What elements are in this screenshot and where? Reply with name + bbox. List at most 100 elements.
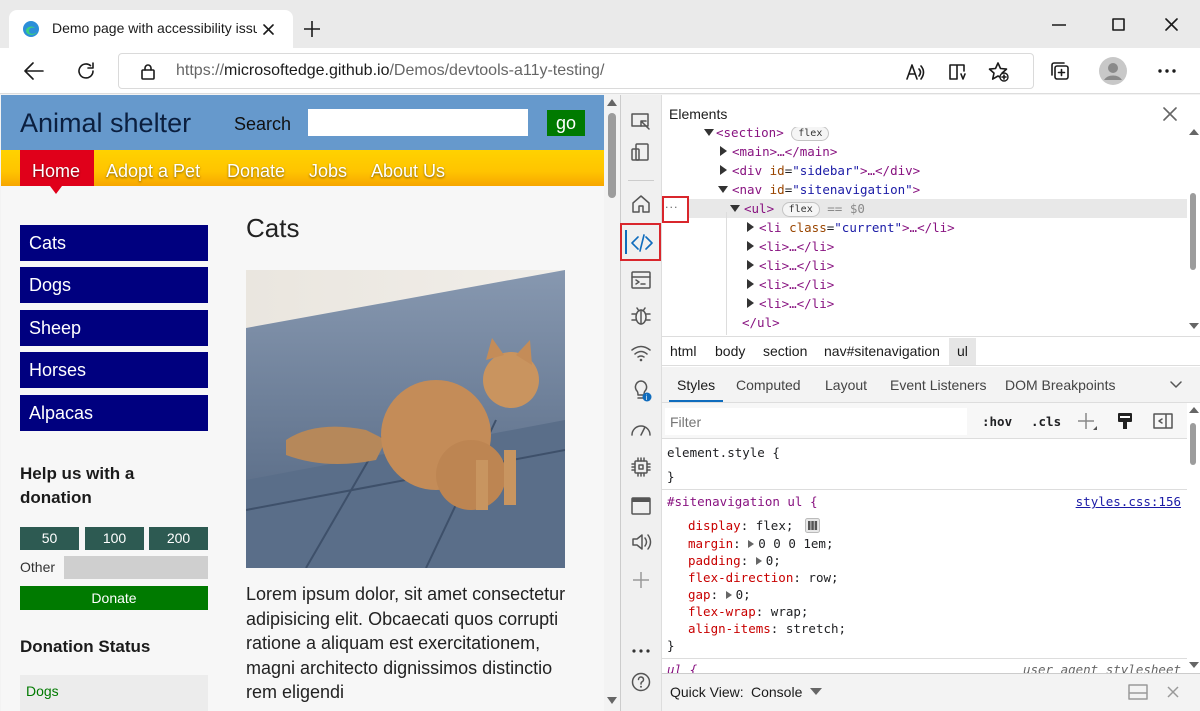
immersive-reader-icon[interactable] [948, 62, 968, 82]
dom-line-ul-close[interactable]: </ul> [742, 313, 1187, 332]
close-window-icon[interactable] [1165, 18, 1178, 31]
rule-divider [662, 658, 1187, 659]
lock-icon[interactable] [141, 63, 155, 80]
decl-gap[interactable]: gap: 0; [688, 587, 751, 602]
quick-view-dropdown-icon[interactable] [810, 688, 822, 696]
dom-scrollbar[interactable] [1187, 127, 1200, 335]
new-style-rule-plus-icon[interactable] [1077, 412, 1099, 432]
welcome-home-icon[interactable] [631, 194, 651, 214]
minimize-icon[interactable] [1052, 24, 1066, 26]
styles-scrollbar[interactable] [1187, 403, 1200, 673]
dom-line-li[interactable]: <li>…</li> [747, 256, 1187, 275]
sources-bug-icon[interactable] [631, 306, 651, 326]
cls-toggle[interactable]: .cls [1031, 414, 1061, 429]
quick-view-close-icon[interactable] [1167, 686, 1179, 698]
memory-chip-icon[interactable] [631, 457, 651, 477]
dom-line-li[interactable]: <li>…</li> [747, 275, 1187, 294]
search-input[interactable] [308, 109, 528, 136]
menu-adopt[interactable]: Adopt a Pet [106, 150, 200, 186]
dom-ellipsis-button[interactable]: ··· [662, 196, 689, 223]
maximize-icon[interactable] [1112, 18, 1125, 31]
elements-code-icon [631, 233, 653, 253]
close-tab-icon[interactable] [263, 24, 274, 35]
elements-tool-button[interactable] [620, 223, 661, 261]
sidebar-link-horses[interactable]: Horses [20, 352, 208, 388]
tab-computed[interactable]: Computed [736, 377, 801, 393]
other-amount-input[interactable] [64, 556, 208, 579]
dom-scroll-thumb[interactable] [1190, 193, 1196, 270]
application-window-icon[interactable] [631, 496, 651, 516]
menu-donate[interactable]: Donate [227, 150, 285, 186]
performance-gauge-icon[interactable] [630, 420, 652, 438]
profile-avatar[interactable] [1099, 57, 1127, 85]
flexbox-editor-icon[interactable] [805, 518, 820, 533]
address-bar[interactable]: https://microsoftedge.github.io/Demos/de… [118, 53, 1034, 89]
console-icon[interactable] [631, 270, 651, 290]
new-tab-icon[interactable] [304, 21, 320, 37]
page-scroll-down-icon[interactable] [607, 697, 617, 704]
toggle-rendering-paint-icon[interactable] [1117, 412, 1133, 430]
menu-home[interactable]: Home [32, 150, 80, 186]
breadcrumb-section[interactable]: section [763, 343, 807, 359]
tabs-overflow-chevron-icon[interactable] [1170, 381, 1182, 389]
help-icon[interactable] [631, 672, 651, 692]
inspect-icon[interactable] [631, 112, 651, 132]
tab-event-listeners[interactable]: Event Listeners [890, 377, 987, 393]
menu-jobs[interactable]: Jobs [309, 150, 347, 186]
dom-line-li[interactable]: <li>…</li> [747, 294, 1187, 313]
device-emulation-icon[interactable] [631, 143, 651, 163]
decl-align-items[interactable]: align-items: stretch; [688, 621, 846, 636]
element-style-selector[interactable]: element.style { [667, 445, 780, 460]
decl-flex-wrap[interactable]: flex-wrap: wrap; [688, 604, 808, 619]
rule-selector[interactable]: #sitenavigation ul { [667, 494, 818, 509]
more-tools-plus-icon[interactable] [632, 571, 650, 589]
amount-100-button[interactable]: 100 [85, 527, 144, 550]
page-scroll-thumb[interactable] [608, 113, 616, 198]
audio-speaker-icon[interactable] [631, 532, 653, 552]
back-icon[interactable] [24, 62, 44, 80]
browser-tab[interactable]: Demo page with accessibility issues [9, 10, 293, 48]
sidebar-link-cats[interactable]: Cats [20, 225, 208, 261]
tab-layout[interactable]: Layout [825, 377, 867, 393]
styles-filter-input[interactable] [665, 408, 967, 435]
go-button[interactable]: go [547, 110, 585, 136]
refresh-icon[interactable] [76, 61, 96, 81]
dom-line-li[interactable]: <li>…</li> [747, 237, 1187, 256]
performance-lightbulb-icon[interactable]: i [631, 380, 653, 402]
donate-button[interactable]: Donate [20, 586, 208, 610]
tab-dom-breakpoints[interactable]: DOM Breakpoints [1005, 377, 1115, 393]
sidebar-link-alpacas[interactable]: Alpacas [20, 395, 208, 431]
decl-padding[interactable]: padding: 0; [688, 553, 781, 568]
breadcrumb-body[interactable]: body [715, 343, 745, 359]
devtools-more-icon[interactable] [632, 649, 650, 653]
read-aloud-icon[interactable] [906, 62, 926, 82]
dom-line-li-current[interactable]: <li class="current">…</li> [747, 218, 1187, 237]
quick-view-select[interactable]: Console [751, 684, 802, 700]
page-scroll-up-icon[interactable] [607, 99, 617, 106]
breadcrumb-html[interactable]: html [670, 343, 696, 359]
hov-toggle[interactable]: :hov [982, 414, 1012, 429]
collections-icon[interactable] [1050, 61, 1070, 81]
dom-line-ul[interactable]: <ul> flex == $0 [730, 199, 1187, 218]
sidebar-link-sheep[interactable]: Sheep [20, 310, 208, 346]
decl-display[interactable]: display: flex; [688, 518, 793, 533]
decl-flex-direction[interactable]: flex-direction: row; [688, 570, 839, 585]
favorites-add-icon[interactable] [988, 61, 1010, 83]
menu-about[interactable]: About Us [371, 150, 445, 186]
breadcrumb-nav[interactable]: nav#sitenavigation [824, 343, 940, 359]
computed-sidebar-toggle-icon[interactable] [1153, 413, 1173, 429]
rule-source-link[interactable]: styles.css:156 [1076, 494, 1181, 509]
amount-50-button[interactable]: 50 [20, 527, 79, 550]
ua-selector[interactable]: ul { [667, 662, 697, 673]
close-panel-icon[interactable] [1163, 107, 1177, 121]
page-scrollbar[interactable] [604, 95, 620, 711]
breadcrumb-ul[interactable]: ul [957, 343, 968, 359]
sidebar-link-dogs[interactable]: Dogs [20, 267, 208, 303]
styles-scroll-thumb[interactable] [1190, 423, 1196, 465]
amount-200-button[interactable]: 200 [149, 527, 208, 550]
tab-styles[interactable]: Styles [677, 377, 715, 393]
network-wifi-icon[interactable] [631, 344, 651, 362]
decl-margin[interactable]: margin: 0 0 0 1em; [688, 536, 833, 551]
more-menu-icon[interactable] [1158, 69, 1176, 73]
dock-panel-icon[interactable] [1128, 684, 1148, 700]
